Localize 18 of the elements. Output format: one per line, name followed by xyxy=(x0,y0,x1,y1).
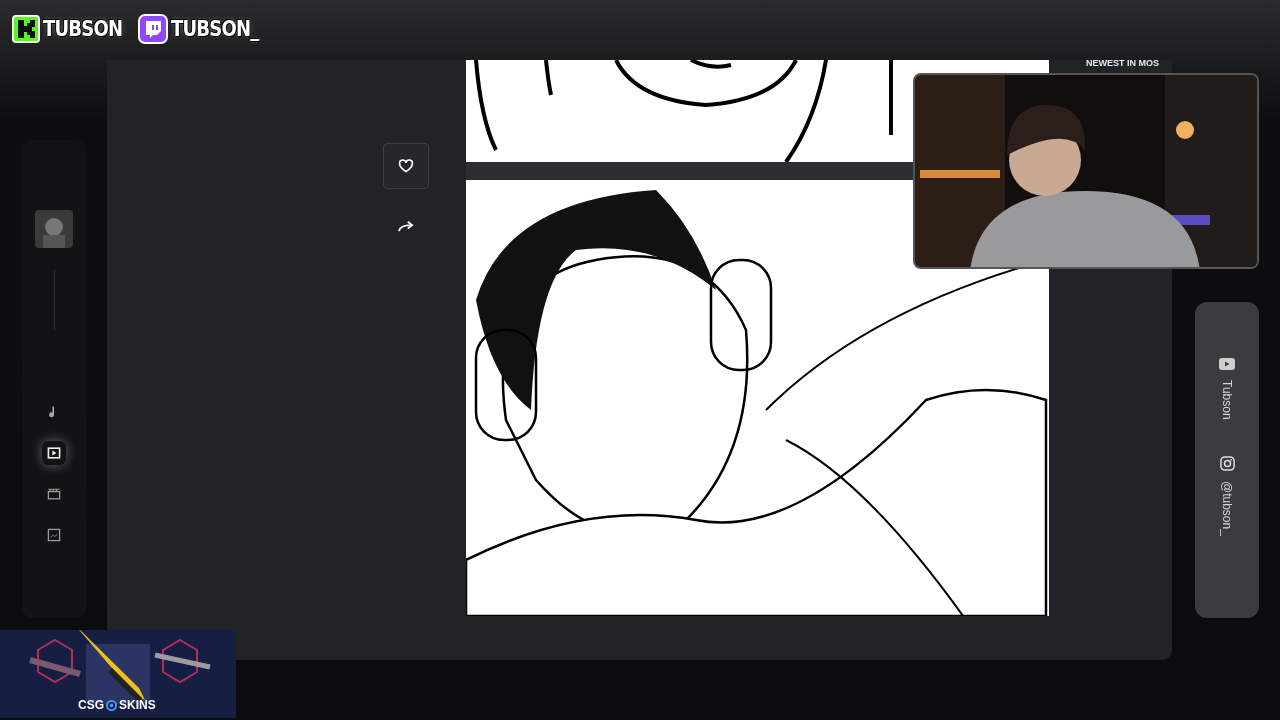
twitch-logo-icon xyxy=(137,13,168,44)
like-button[interactable] xyxy=(383,143,429,189)
play-icon[interactable] xyxy=(46,445,62,461)
arrow-icon xyxy=(398,220,414,232)
camera-icon[interactable] xyxy=(1219,455,1235,471)
kick-logo-icon xyxy=(12,14,40,43)
film-icon[interactable] xyxy=(46,486,62,502)
channel-name: TUBSON xyxy=(43,15,123,43)
image-icon[interactable] xyxy=(46,527,62,543)
channel-name: TUBSON_ xyxy=(170,15,259,43)
sponsor-name: CSG xyxy=(78,697,104,714)
social-handle-link[interactable]: @tubson_ xyxy=(1218,480,1236,536)
social-handle-link[interactable]: Tubson xyxy=(1218,380,1236,420)
video-play-icon[interactable] xyxy=(1219,358,1235,370)
heart-icon xyxy=(398,158,414,174)
sponsor-name: SKINS xyxy=(119,697,156,714)
banner-text: NEWEST IN MOS xyxy=(1086,57,1159,70)
target-icon xyxy=(106,699,117,711)
